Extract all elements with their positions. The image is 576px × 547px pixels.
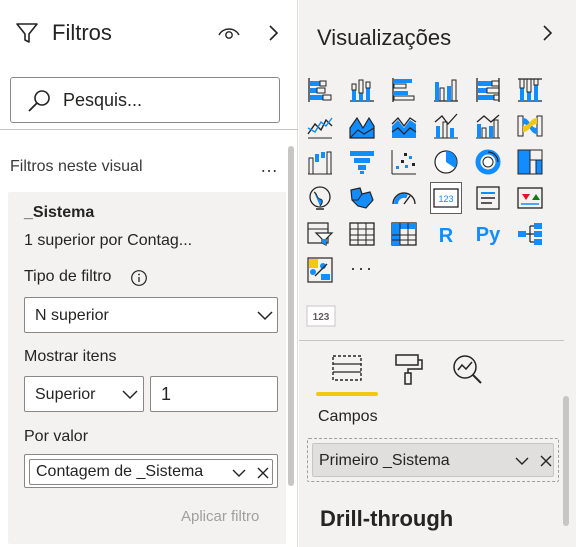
chevron-down-icon[interactable] (515, 454, 529, 468)
clustered-column-chart-icon[interactable] (432, 76, 460, 104)
field-chip-name: Primeiro _Sistema (319, 452, 450, 469)
line-chart-icon[interactable] (306, 112, 334, 140)
chevron-down-icon (257, 311, 273, 321)
stacked-column-chart-icon[interactable] (348, 76, 376, 104)
collapse-chevron-icon[interactable] (537, 22, 557, 44)
donut-chart-icon[interactable] (474, 148, 502, 176)
filter-funnel-icon (16, 23, 38, 43)
visualizations-scrollbar[interactable] (563, 396, 569, 526)
multi-row-card-icon[interactable] (474, 184, 502, 212)
chevron-down-icon (122, 390, 138, 400)
show-items-label: Mostrar itens (24, 348, 117, 365)
filters-search-box[interactable] (10, 77, 280, 123)
python-visual-label: Py (476, 224, 501, 246)
filter-card-summary: 1 superior por Contag... (24, 232, 193, 249)
by-value-field-well[interactable]: Contagem de _Sistema (24, 454, 278, 488)
filter-type-value: N superior (35, 307, 109, 324)
drill-through-heading: Drill-through (320, 506, 454, 531)
gauge-icon[interactable] (390, 184, 418, 212)
100-stacked-bar-chart-icon[interactable] (474, 76, 502, 104)
visualizations-title: Visualizações (317, 25, 452, 50)
matrix-icon[interactable] (390, 220, 418, 248)
by-value-field-name: Contagem de _Sistema (36, 463, 204, 480)
ribbon-chart-icon[interactable] (516, 112, 544, 140)
filled-map-icon[interactable] (348, 184, 376, 212)
chevron-down-icon[interactable] (232, 466, 246, 480)
custom-card-icon-text: 123 (313, 312, 330, 323)
python-visual-icon[interactable]: Py (470, 220, 506, 248)
show-items-direction-value: Superior (35, 386, 96, 403)
filter-card-title[interactable]: _Sistema (24, 204, 94, 222)
kpi-icon[interactable] (516, 184, 544, 212)
pie-chart-icon[interactable] (432, 148, 460, 176)
close-icon[interactable] (539, 454, 553, 468)
table-icon[interactable] (348, 220, 376, 248)
close-icon[interactable] (256, 466, 270, 480)
clustered-bar-chart-icon[interactable] (390, 76, 418, 104)
stacked-bar-chart-icon[interactable] (306, 76, 334, 104)
card-icon[interactable]: 123 (430, 182, 462, 214)
key-influencers-icon[interactable] (306, 256, 334, 284)
r-visual-label: R (439, 225, 454, 247)
fields-section-label: Campos (318, 408, 378, 425)
show-items-count-input[interactable] (150, 376, 278, 412)
search-icon (28, 90, 50, 112)
filters-header: Filtros (0, 0, 298, 68)
format-paint-roller-icon[interactable] (392, 352, 426, 386)
more-options-button[interactable]: … (260, 156, 279, 177)
filters-on-visual-label: Filtros neste visual (10, 158, 143, 175)
analytics-magnifier-icon[interactable] (450, 352, 484, 386)
info-icon[interactable] (130, 269, 148, 287)
fields-tab-icon[interactable] (330, 352, 364, 386)
100-stacked-column-chart-icon[interactable] (516, 76, 544, 104)
filter-type-label: Tipo de filtro (24, 268, 112, 285)
waterfall-chart-icon[interactable] (306, 148, 334, 176)
r-script-visual-icon[interactable]: R (432, 220, 460, 248)
filters-title: Filtros (52, 20, 112, 45)
field-chip[interactable]: Primeiro _Sistema (312, 443, 554, 477)
more-visuals-button[interactable]: ··· (350, 258, 374, 279)
divider (0, 129, 298, 130)
funnel-chart-icon[interactable] (348, 148, 376, 176)
treemap-icon[interactable] (516, 148, 544, 176)
scatter-chart-icon[interactable] (390, 148, 418, 176)
by-value-label: Por valor (24, 428, 89, 445)
custom-card-visual-icon[interactable]: 123 (306, 304, 336, 328)
decomposition-tree-icon[interactable] (516, 220, 544, 248)
filter-card: _Sistema 1 superior por Contag... Tipo d… (8, 192, 286, 544)
map-icon[interactable] (306, 184, 334, 212)
field-well[interactable]: Primeiro _Sistema (307, 438, 559, 482)
apply-filter-button[interactable]: Aplicar filtro (181, 508, 259, 525)
show-items-direction-dropdown[interactable]: Superior (24, 376, 144, 412)
active-tab-indicator (316, 392, 378, 396)
divider (299, 340, 564, 341)
area-chart-icon[interactable] (348, 112, 376, 140)
filters-scrollbar[interactable] (288, 146, 294, 486)
filter-type-dropdown[interactable]: N superior (24, 297, 278, 333)
collapse-chevron-icon[interactable] (263, 22, 283, 44)
slicer-icon[interactable] (306, 220, 334, 248)
search-input[interactable] (63, 86, 263, 114)
card-icon-text: 123 (438, 194, 453, 204)
filters-pane: Filtros Filtros neste visual … _Sistema … (0, 0, 298, 547)
by-value-field-chip[interactable]: Contagem de _Sistema (29, 459, 273, 485)
line-and-stacked-column-chart-icon[interactable] (432, 112, 460, 140)
line-and-clustered-column-chart-icon[interactable] (474, 112, 502, 140)
stacked-area-chart-icon[interactable] (390, 112, 418, 140)
eye-icon[interactable] (216, 22, 242, 44)
